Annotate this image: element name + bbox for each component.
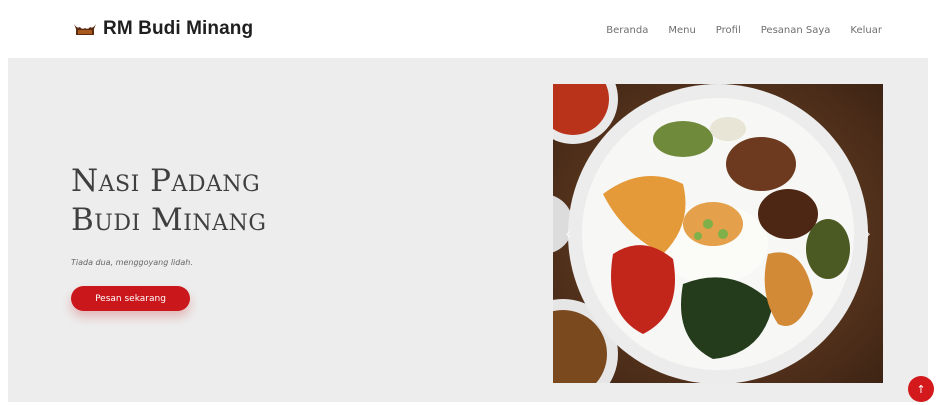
back-to-top-button[interactable]: ↑ <box>908 376 934 402</box>
nav-menu[interactable]: Menu <box>668 25 695 36</box>
site-header: RM Budi Minang Beranda Menu Profil Pesan… <box>0 0 936 56</box>
food-plate-image <box>553 84 883 383</box>
hero-tagline: Tiada dua, menggoyang lidah. <box>71 258 193 267</box>
rumah-gadang-icon <box>74 24 96 35</box>
nav-profil[interactable]: Profil <box>716 25 741 36</box>
hero-title-line-1: Nasi Padang <box>71 163 261 199</box>
main-nav: Beranda Menu Profil Pesanan Saya Keluar <box>606 25 882 36</box>
hero-title-line-2: Budi Minang <box>71 202 267 238</box>
hero-title: Nasi Padang Budi Minang <box>71 162 266 240</box>
food-image: ‹ › <box>553 84 883 383</box>
page: RM Budi Minang Beranda Menu Profil Pesan… <box>0 0 936 405</box>
order-now-button[interactable]: Pesan sekarang <box>71 286 190 311</box>
nav-beranda[interactable]: Beranda <box>606 25 648 36</box>
nav-keluar[interactable]: Keluar <box>850 25 882 36</box>
carousel-prev-icon[interactable]: ‹ <box>565 224 571 243</box>
brand[interactable]: RM Budi Minang <box>74 18 253 40</box>
carousel-next-icon[interactable]: › <box>865 224 871 243</box>
brand-name: RM Budi Minang <box>103 18 254 39</box>
nav-pesanan-saya[interactable]: Pesanan Saya <box>761 25 831 36</box>
hero-section: Nasi Padang Budi Minang Tiada dua, mengg… <box>8 58 928 402</box>
arrow-up-icon: ↑ <box>916 382 926 396</box>
